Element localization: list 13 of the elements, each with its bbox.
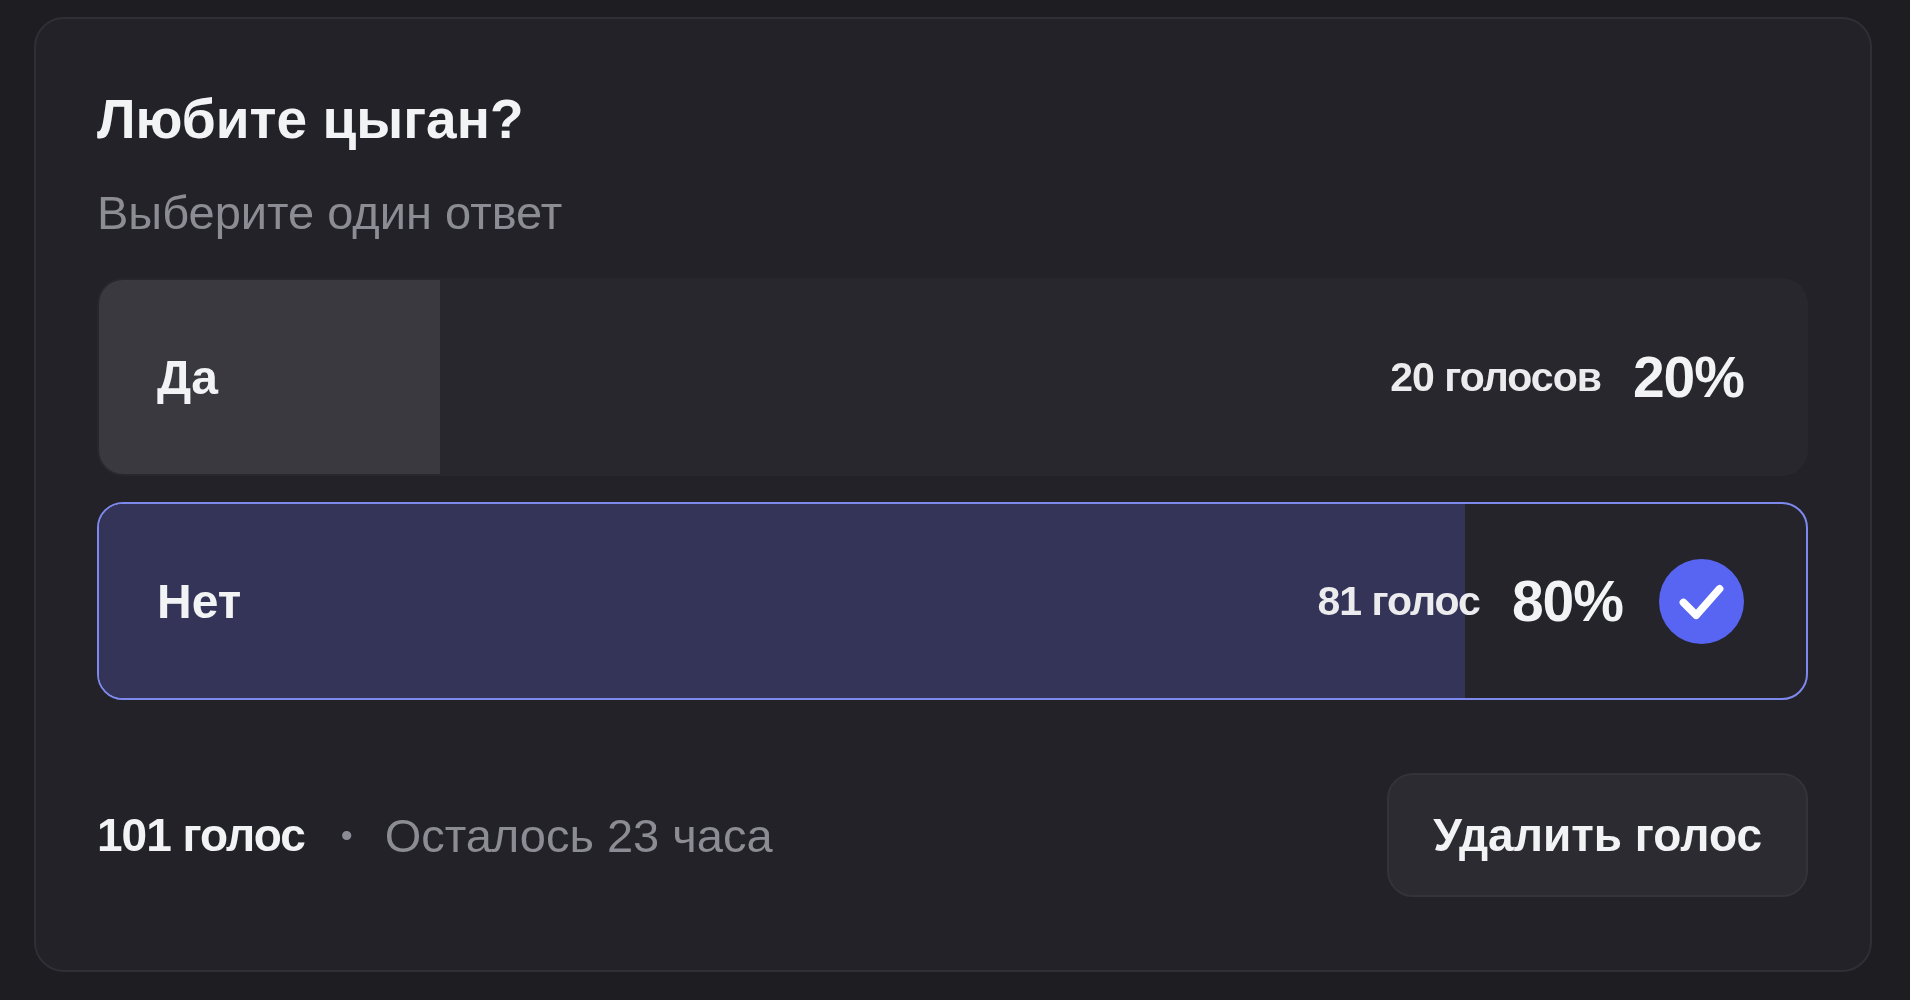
- remove-vote-button[interactable]: Удалить голос: [1387, 773, 1808, 897]
- check-icon: [1659, 558, 1744, 644]
- vote-percent: 80%: [1511, 568, 1623, 634]
- poll-option[interactable]: Да 20 голосов 20%: [97, 278, 1808, 476]
- separator-dot: •: [340, 815, 353, 855]
- vote-count: 81 голос: [1317, 577, 1480, 625]
- vote-percent: 20%: [1632, 344, 1744, 410]
- total-votes: 101 голос: [97, 808, 305, 862]
- poll-question: Любите цыган?: [97, 87, 525, 151]
- poll-option[interactable]: Нет 81 голос 80%: [97, 502, 1808, 700]
- poll-hint: Выберите один ответ: [97, 185, 564, 241]
- vote-count: 20 голосов: [1390, 353, 1601, 401]
- time-left: Осталось 23 часа: [384, 807, 773, 863]
